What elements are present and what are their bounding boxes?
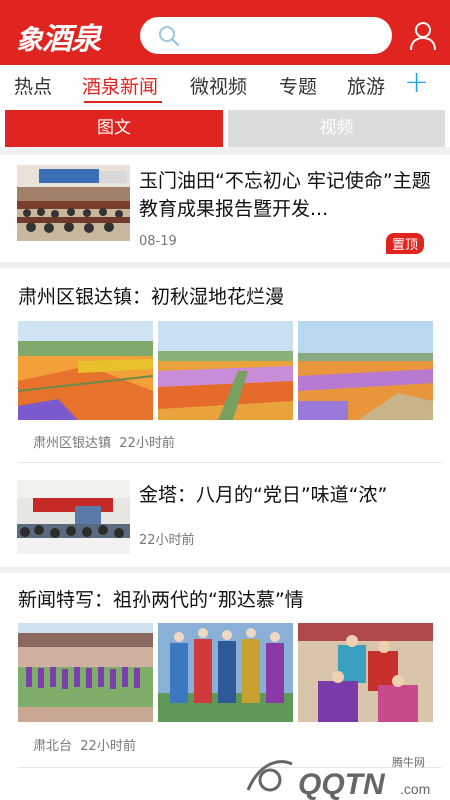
app-header: 象酒泉 <box>0 0 450 65</box>
article-image <box>18 623 153 722</box>
search-icon <box>159 26 180 47</box>
article-title[interactable]: 玉门油田“不忘初心 牢记使命”主题教育成果报告暨开发... <box>139 167 437 223</box>
article-source: 肃州区银达镇 22小时前 <box>33 436 175 451</box>
article-image <box>158 321 293 420</box>
svg-text:QQTN: QQTN <box>298 768 386 800</box>
watermark-logo: QQTN .com 腾牛网 <box>240 752 450 800</box>
tab-micro-video[interactable]: 微视频 <box>190 72 247 99</box>
article-date: 08-19 <box>139 234 177 249</box>
segment-text-images[interactable]: 图文 <box>5 110 223 147</box>
tab-special[interactable]: 专题 <box>279 72 317 99</box>
article-image <box>298 321 433 420</box>
list-item[interactable]: 金塔：八月的“党日”味道“浓” 22小时前 <box>8 467 442 567</box>
article-title[interactable]: 肃州区银达镇：初秋湿地花烂漫 <box>18 283 438 311</box>
category-tabs: 热点 酒泉新闻 微视频 专题 旅游 + <box>0 65 450 107</box>
article-time: 22小时前 <box>139 533 195 548</box>
user-icon[interactable] <box>409 21 437 51</box>
article-thumbnail <box>17 480 130 554</box>
article-image <box>18 321 153 420</box>
tab-hot[interactable]: 热点 <box>14 72 52 99</box>
spacer <box>0 147 450 155</box>
list-item[interactable]: 肃州区银达镇：初秋湿地花烂漫 肃州区银达镇 22小时前 <box>8 268 442 463</box>
add-tab-icon[interactable]: + <box>404 65 429 100</box>
active-tab-underline <box>84 101 162 103</box>
article-title[interactable]: 金塔：八月的“党日”味道“浓” <box>139 481 437 509</box>
article-source: 肃北台 22小时前 <box>33 739 136 754</box>
svg-text:.com: .com <box>400 781 430 797</box>
tab-travel[interactable]: 旅游 <box>347 72 385 99</box>
list-item[interactable]: 新闻特写：祖孙两代的“那达慕”情 肃北台 22小时前 <box>8 573 442 768</box>
tab-jiuquan-news[interactable]: 酒泉新闻 <box>82 72 158 99</box>
segment-video[interactable]: 视频 <box>228 110 445 147</box>
pinned-badge: 置顶 <box>386 233 425 254</box>
search-input[interactable] <box>140 17 392 54</box>
article-image <box>298 623 433 722</box>
article-thumbnail <box>17 165 130 241</box>
article-image <box>158 623 293 722</box>
article-title[interactable]: 新闻特写：祖孙两代的“那达慕”情 <box>18 586 438 614</box>
app-logo[interactable]: 象酒泉 <box>16 14 101 58</box>
divider <box>18 462 442 463</box>
list-item[interactable]: 玉门油田“不忘初心 牢记使命”主题教育成果报告暨开发... 08-19 置顶 <box>8 155 442 262</box>
